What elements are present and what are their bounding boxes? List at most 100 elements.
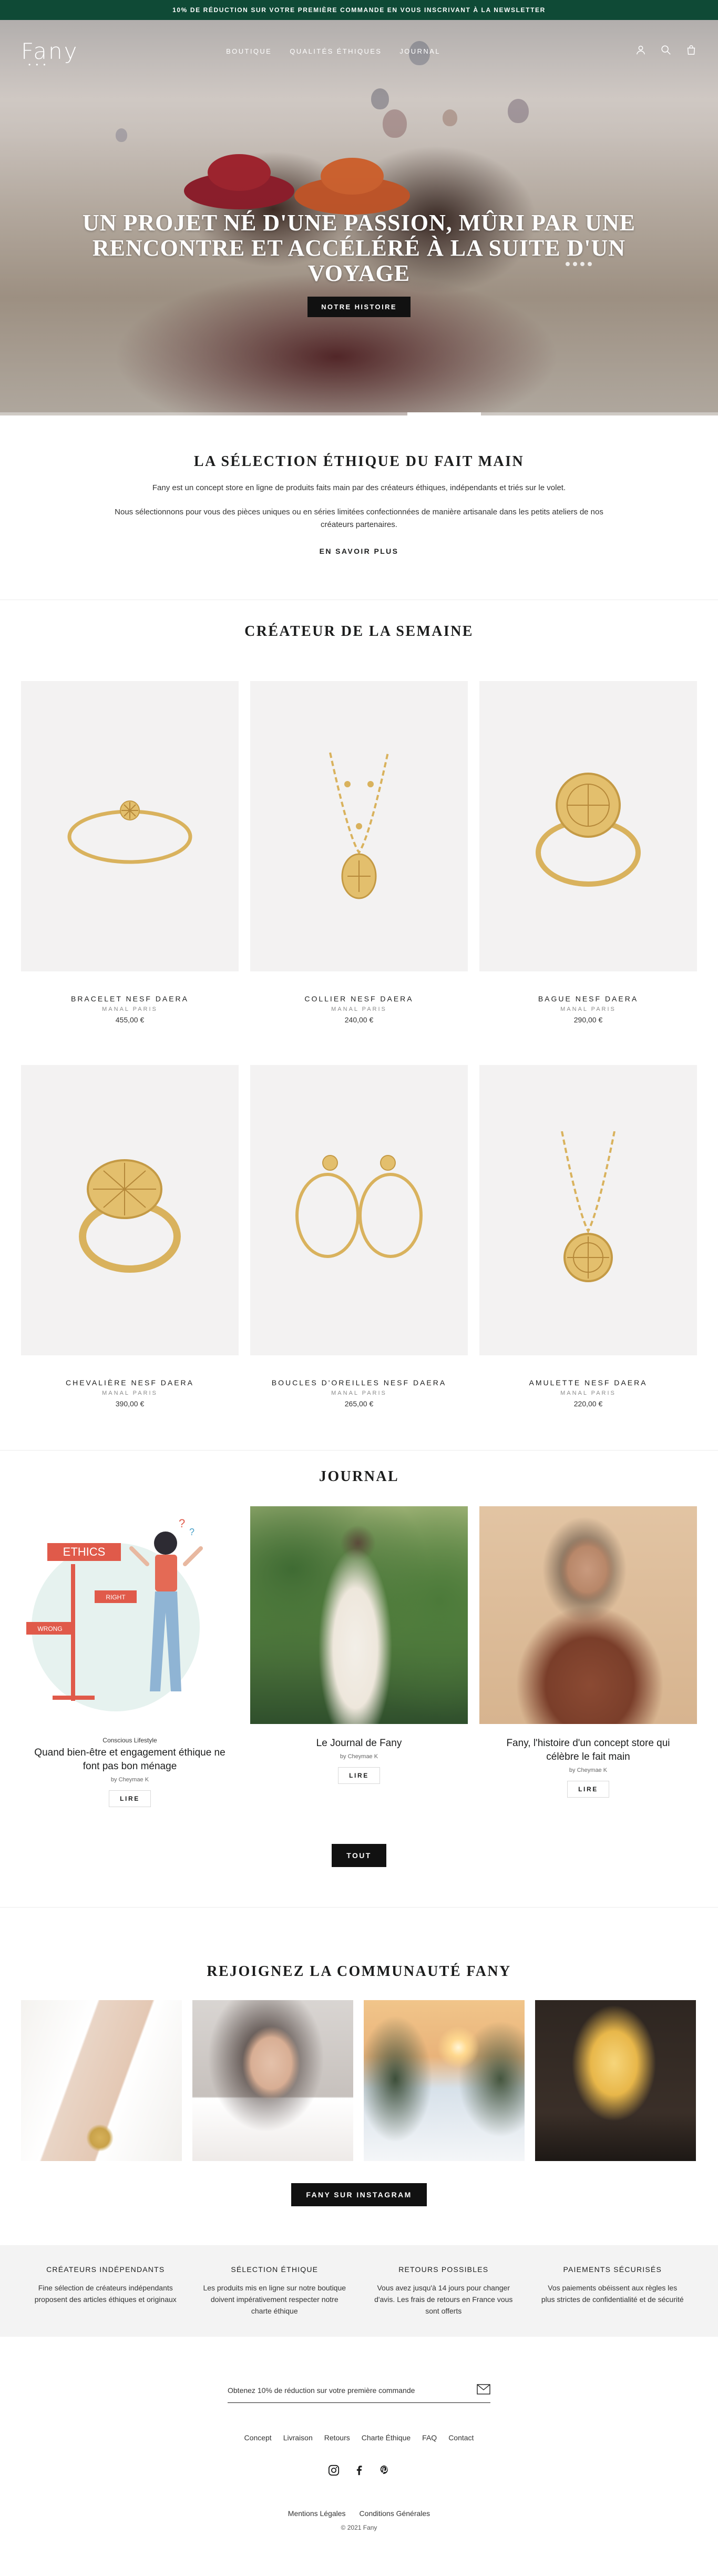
article-image-journal[interactable] <box>250 1506 468 1724</box>
read-article-button[interactable]: LIRE <box>109 1790 151 1807</box>
instagram-post[interactable] <box>364 2000 525 2161</box>
product-vendor: MANAL PARIS <box>560 1006 616 1012</box>
logo[interactable]: Fany ••• <box>21 38 95 68</box>
account-icon[interactable] <box>635 44 647 58</box>
nav-qualites-ethiques[interactable]: QUALITÉS ÉTHIQUES <box>290 47 382 55</box>
product-vendor: MANAL PARIS <box>102 1006 158 1012</box>
legal-links: Mentions Légales Conditions Générales <box>0 2509 718 2518</box>
article-title[interactable]: Le Journal de Fany <box>250 1737 468 1750</box>
footer-link-contact[interactable]: Contact <box>448 2433 474 2442</box>
feature-title: RETOURS POSSIBLES <box>398 2265 489 2274</box>
facebook-icon[interactable] <box>353 2464 365 2477</box>
products-title: CRÉATEUR DE LA SEMAINE <box>244 623 474 640</box>
footer-link-livraison[interactable]: Livraison <box>283 2433 313 2442</box>
product-card[interactable]: AMULETTE NESF DAERA MANAL PARIS 220,00 € <box>479 1065 697 1408</box>
product-card[interactable]: BRACELET NESF DAERA MANAL PARIS 455,00 € <box>21 681 239 1024</box>
feature-returns: RETOURS POSSIBLES Vous avez jusqu'à 14 j… <box>359 2265 528 2337</box>
product-card[interactable]: BOUCLES D'OREILLES NESF DAERA MANAL PARI… <box>250 1065 468 1408</box>
slider-dot[interactable] <box>588 262 592 266</box>
product-name[interactable]: COLLIER NESF DAERA <box>250 995 468 1003</box>
hero-banner: Fany ••• BOUTIQUE QUALITÉS ÉTHIQUES JOUR… <box>0 20 718 415</box>
mail-icon[interactable] <box>477 2384 490 2396</box>
hat-decoration <box>208 154 271 191</box>
instagram-grid <box>21 2000 697 2161</box>
all-articles-button[interactable]: TOUT <box>332 1844 386 1867</box>
instagram-button[interactable]: FANY SUR INSTAGRAM <box>291 2183 427 2206</box>
footer-link-faq[interactable]: FAQ <box>422 2433 437 2442</box>
slider-dots <box>566 262 592 266</box>
intro-section: LA SÉLECTION ÉTHIQUE DU FAIT MAIN Fany e… <box>0 415 718 600</box>
footer-link-charte[interactable]: Charte Éthique <box>362 2433 411 2442</box>
copyright: © 2021 Fany <box>341 2524 377 2531</box>
product-image[interactable] <box>250 681 468 971</box>
instagram-post[interactable] <box>192 2000 353 2161</box>
ethics-illustration: ETHICS RIGHT WRONG ? ? <box>26 1517 203 1711</box>
site-footer: Obtenez 10% de réduction sur votre premi… <box>0 2337 718 2563</box>
product-price: 290,00 € <box>573 1016 603 1024</box>
hat-decoration <box>294 177 410 215</box>
product-name[interactable]: BRACELET NESF DAERA <box>21 995 239 1003</box>
instagram-button-wrapper: FANY SUR INSTAGRAM <box>21 2183 697 2206</box>
hero-title: UN PROJET NÉ D'UNE PASSION, MÛRI PAR UNE… <box>82 210 636 286</box>
product-card[interactable]: CHEVALIÈRE NESF DAERA MANAL PARIS 390,00… <box>21 1065 239 1408</box>
read-article-button[interactable]: LIRE <box>567 1781 609 1798</box>
article-card[interactable]: Fany, l'histoire d'un concept store qui … <box>479 1506 697 1807</box>
product-image[interactable] <box>21 681 239 971</box>
product-price: 240,00 € <box>344 1016 374 1024</box>
learn-more-link[interactable]: EN SAVOIR PLUS <box>320 547 399 556</box>
legal-link-conditions[interactable]: Conditions Générales <box>360 2509 430 2518</box>
announcement-bar[interactable]: 10% DE RÉDUCTION SUR VOTRE PREMIÈRE COMM… <box>0 0 718 20</box>
product-name[interactable]: CHEVALIÈRE NESF DAERA <box>21 1378 239 1387</box>
feature-text: Les produits mis en ligne sur notre bout… <box>203 2284 346 2315</box>
nav-journal[interactable]: JOURNAL <box>399 47 440 55</box>
product-image[interactable] <box>479 681 697 971</box>
footer-links: Concept Livraison Retours Charte Éthique… <box>0 2433 718 2442</box>
slider-dot[interactable] <box>573 262 577 266</box>
our-story-button[interactable]: NOTRE HISTOIRE <box>307 297 411 317</box>
product-price: 265,00 € <box>344 1399 374 1408</box>
journal-title: JOURNAL <box>319 1468 399 1485</box>
footer-link-retours[interactable]: Retours <box>324 2433 350 2442</box>
newsletter-input[interactable]: Obtenez 10% de réduction sur votre premi… <box>228 2386 415 2395</box>
instagram-icon[interactable] <box>327 2464 340 2477</box>
nav-boutique[interactable]: BOUTIQUE <box>226 47 272 55</box>
search-icon[interactable] <box>660 44 672 58</box>
article-tag: Conscious Lifestyle <box>102 1737 157 1744</box>
article-title[interactable]: Fany, l'histoire d'un concept store qui … <box>479 1737 697 1764</box>
necklace-icon <box>329 752 389 899</box>
article-title[interactable]: Quand bien-être et engagement éthique ne… <box>21 1746 239 1773</box>
product-name[interactable]: BOUCLES D'OREILLES NESF DAERA <box>250 1378 468 1387</box>
article-card[interactable]: Le Journal de Fany by Cheymae K LIRE <box>250 1506 468 1807</box>
journal-all-wrapper: TOUT <box>21 1844 697 1867</box>
instagram-post[interactable] <box>21 2000 182 2161</box>
legal-link-mentions[interactable]: Mentions Légales <box>288 2509 346 2518</box>
article-card[interactable]: ETHICS RIGHT WRONG ? ? Conscious Lifesty… <box>21 1506 239 1807</box>
product-image[interactable] <box>21 1065 239 1355</box>
right-sign-text: RIGHT <box>106 1594 126 1601</box>
article-image-story[interactable] <box>479 1506 697 1724</box>
featured-products: CRÉATEUR DE LA SEMAINE BRACELET NESF DAE… <box>0 600 718 1451</box>
feature-ethical-selection: SÉLECTION ÉTHIQUE Les produits mis en li… <box>190 2265 360 2337</box>
signet-ring-icon <box>79 1159 181 1273</box>
product-name[interactable]: BAGUE NESF DAERA <box>479 995 697 1003</box>
feature-text: Vous avez jusqu'à 14 jours pour changer … <box>374 2284 513 2315</box>
product-grid: BRACELET NESF DAERA MANAL PARIS 455,00 €… <box>21 681 697 1408</box>
product-card[interactable]: BAGUE NESF DAERA MANAL PARIS 290,00 € <box>479 681 697 1024</box>
article-image-ethics[interactable]: ETHICS RIGHT WRONG ? ? <box>21 1506 239 1724</box>
footer-link-concept[interactable]: Concept <box>244 2433 272 2442</box>
product-image[interactable] <box>250 1065 468 1355</box>
instagram-post[interactable] <box>535 2000 696 2161</box>
social-links <box>0 2464 718 2477</box>
product-name[interactable]: AMULETTE NESF DAERA <box>479 1378 697 1387</box>
amulet-icon <box>561 1131 616 1282</box>
product-vendor: MANAL PARIS <box>102 1390 158 1396</box>
cart-icon[interactable] <box>685 44 697 58</box>
slider-dot[interactable] <box>580 262 584 266</box>
slider-dot[interactable] <box>566 262 570 266</box>
newsletter-form: Obtenez 10% de réduction sur votre premi… <box>228 2384 490 2403</box>
pinterest-icon[interactable] <box>378 2464 391 2477</box>
product-image[interactable] <box>479 1065 697 1355</box>
instagram-title: REJOIGNEZ LA COMMUNAUTÉ FANY <box>207 1963 511 1980</box>
product-card[interactable]: COLLIER NESF DAERA MANAL PARIS 240,00 € <box>250 681 468 1024</box>
read-article-button[interactable]: LIRE <box>338 1767 380 1784</box>
